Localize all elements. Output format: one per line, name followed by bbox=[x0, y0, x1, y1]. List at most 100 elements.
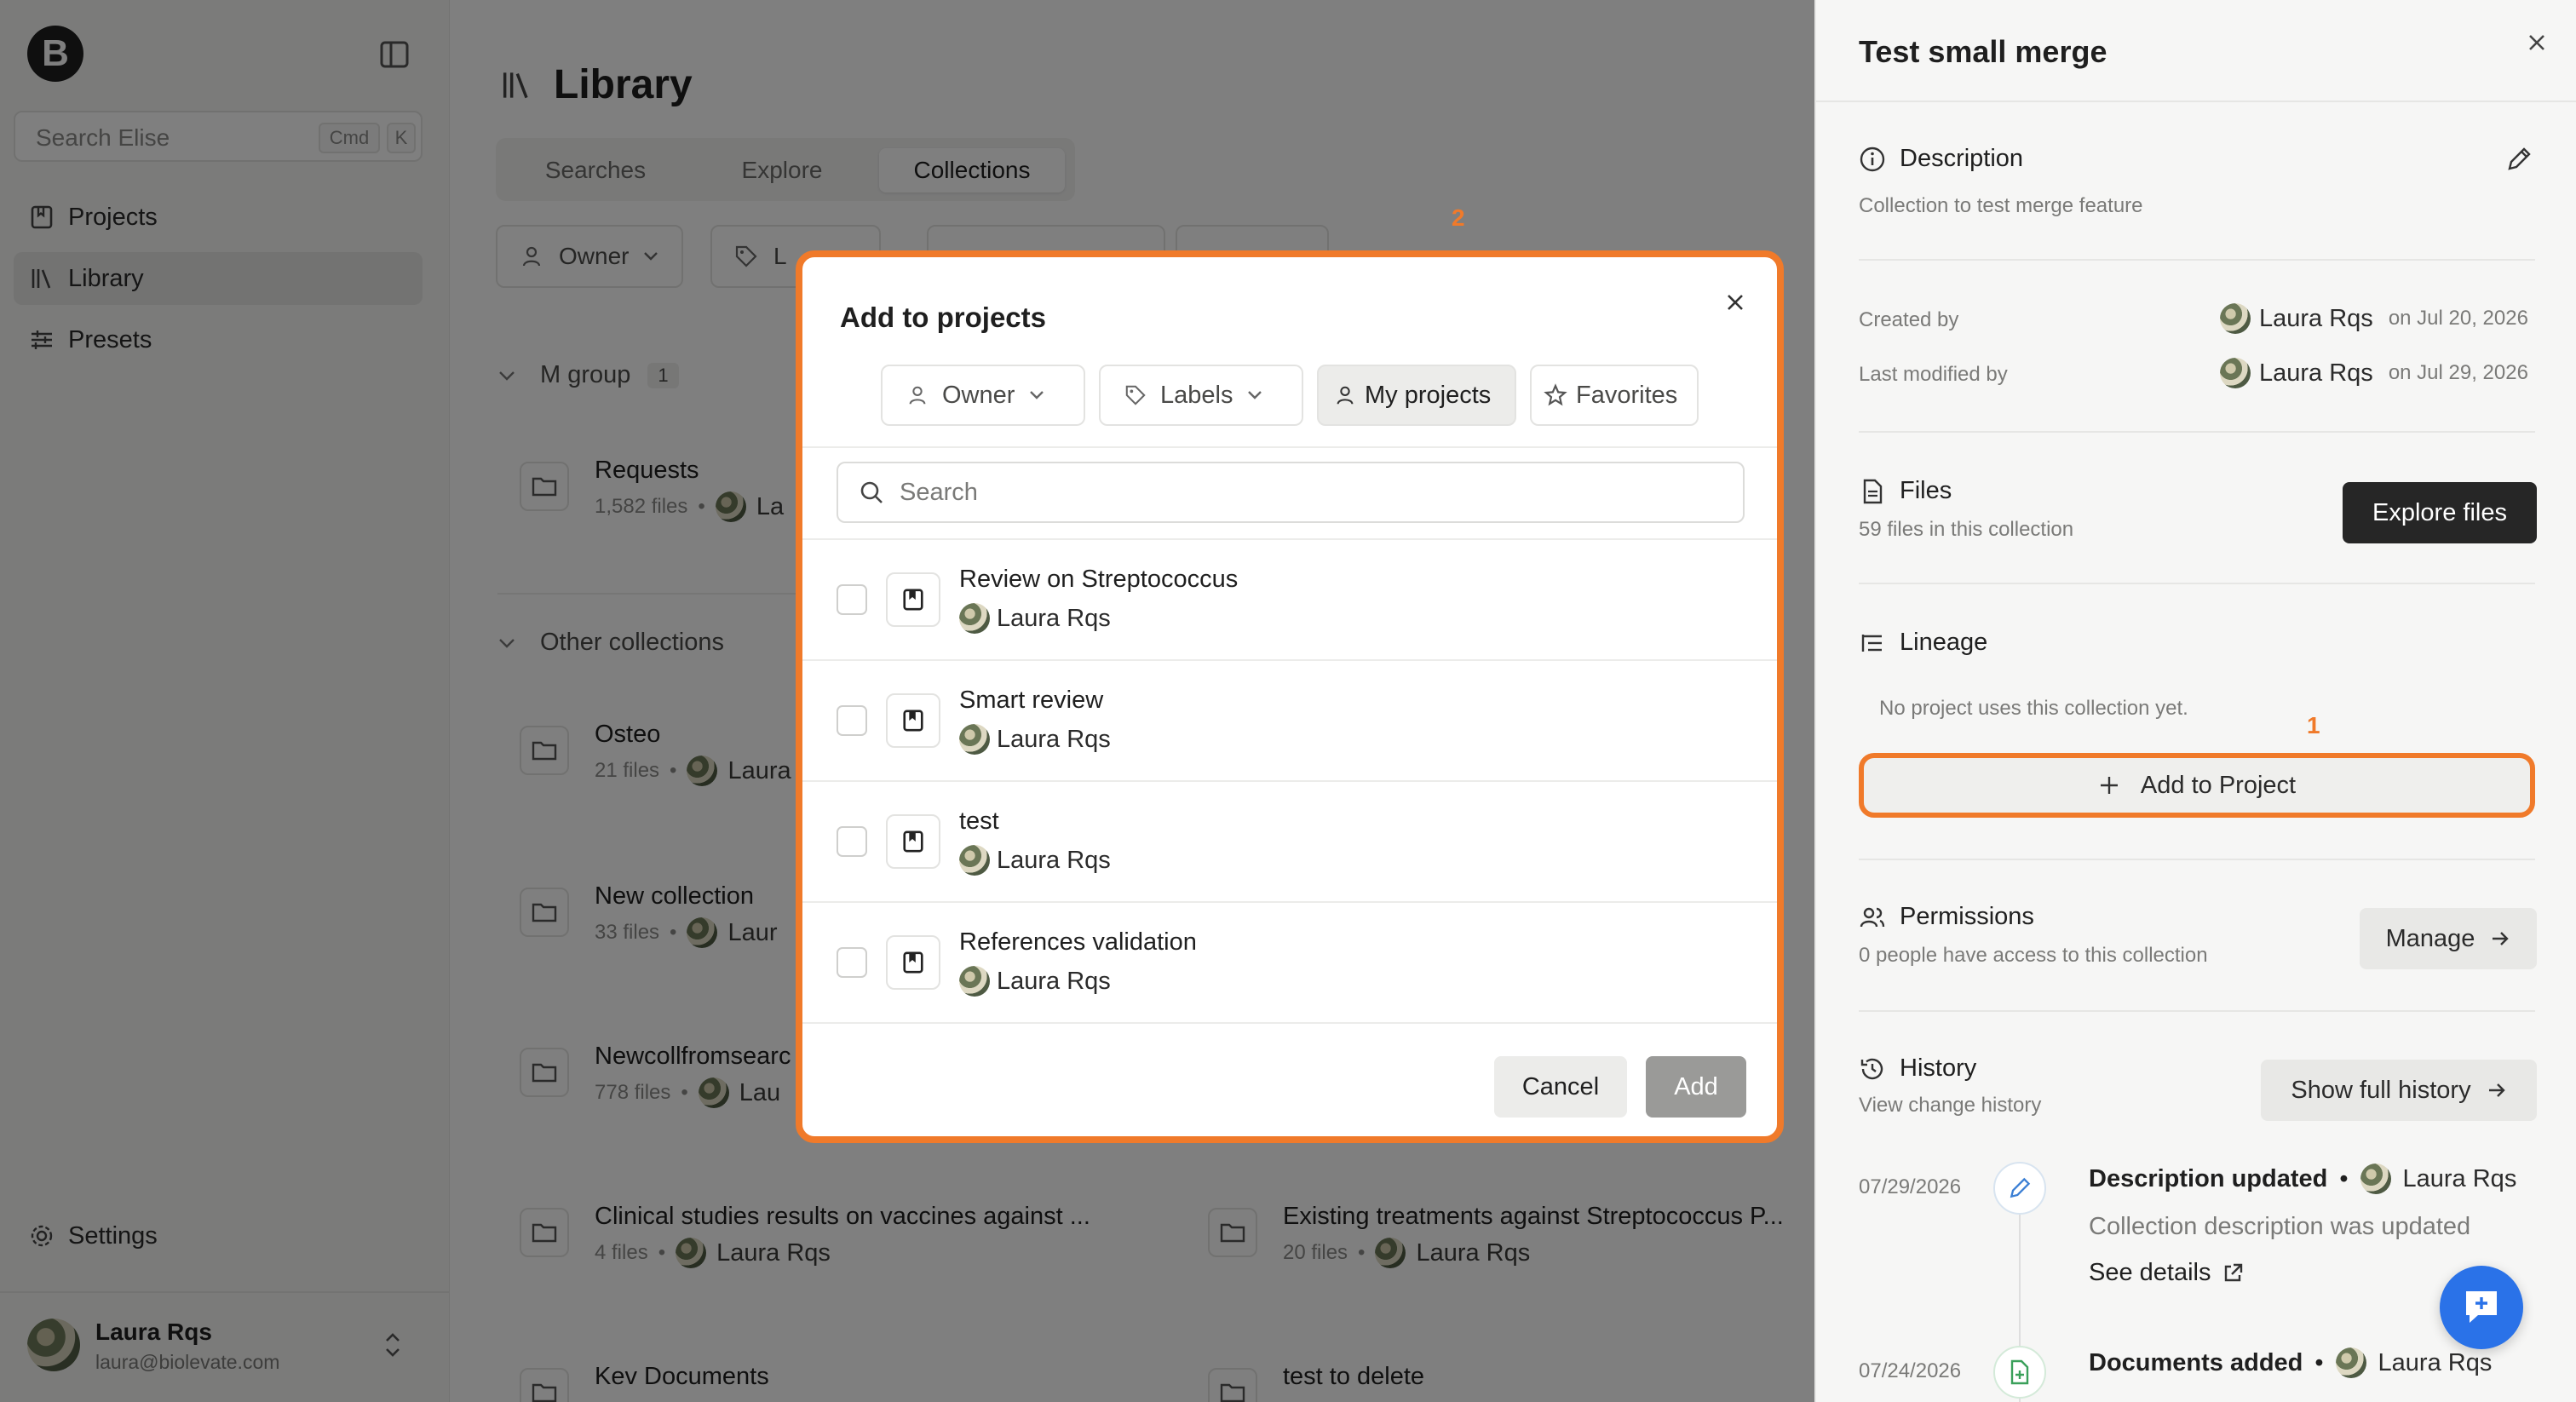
project-owner: Laura Rqs bbox=[959, 724, 1111, 755]
user-icon bbox=[909, 386, 926, 405]
info-icon bbox=[1859, 146, 1886, 173]
created-by-value: Laura Rqs on Jul 20, 2026 bbox=[2220, 303, 2528, 334]
step-marker-1: 1 bbox=[2307, 712, 2320, 738]
project-owner: Laura Rqs bbox=[959, 603, 1111, 634]
modified-by-label: Last modified by bbox=[1859, 363, 2008, 386]
pencil-icon bbox=[1993, 1162, 2046, 1215]
history-event: Description updated bbox=[2089, 1164, 2328, 1192]
star-icon bbox=[1544, 383, 1567, 406]
history-date: 07/29/2026 bbox=[1859, 1175, 1962, 1198]
bookmark-book-icon bbox=[886, 935, 940, 990]
add-button[interactable]: Add bbox=[1646, 1056, 1746, 1118]
history-desc: Collection description was updated bbox=[2089, 1213, 2471, 1240]
divider bbox=[1859, 1010, 2535, 1012]
plus-icon bbox=[2100, 777, 2118, 794]
close-icon[interactable] bbox=[1722, 290, 1748, 315]
labels-filter[interactable]: Labels bbox=[1099, 365, 1303, 426]
favorites-label: Favorites bbox=[1576, 381, 1678, 409]
modified-date: on Jul 29, 2026 bbox=[2388, 361, 2528, 384]
history-date: 07/24/2026 bbox=[1859, 1359, 1962, 1382]
modified-by-value: Laura Rqs on Jul 29, 2026 bbox=[2220, 358, 2528, 388]
project-checkbox[interactable] bbox=[837, 826, 867, 857]
manage-permissions-button[interactable]: Manage bbox=[2360, 908, 2537, 969]
history-sub: View change history bbox=[1859, 1094, 2042, 1117]
permissions-text: 0 people have access to this collection bbox=[1859, 944, 2208, 967]
created-by-user: Laura Rqs bbox=[2259, 304, 2373, 332]
files-title: Files bbox=[1900, 477, 1952, 504]
divider bbox=[1859, 259, 2535, 261]
project-name: test bbox=[959, 807, 999, 835]
see-details-label: See details bbox=[2089, 1259, 2211, 1286]
project-row[interactable]: test Laura Rqs bbox=[802, 782, 1777, 903]
owner-filter[interactable]: Owner bbox=[881, 365, 1085, 426]
avatar bbox=[2220, 303, 2251, 334]
step-marker-2: 2 bbox=[1452, 204, 1465, 231]
history-header: History bbox=[1859, 1054, 1976, 1083]
permissions-header: Permissions bbox=[1859, 903, 2034, 931]
user-icon bbox=[1337, 386, 1354, 405]
project-checkbox[interactable] bbox=[837, 947, 867, 978]
my-projects-filter[interactable]: My projects bbox=[1317, 365, 1516, 426]
project-row[interactable]: References validation Laura Rqs bbox=[802, 903, 1777, 1024]
add-to-project-button[interactable]: Add to Project bbox=[1859, 753, 2535, 818]
history-clock-icon bbox=[1859, 1055, 1886, 1083]
history-title: History bbox=[1900, 1054, 1977, 1082]
users-icon bbox=[1859, 904, 1886, 931]
owner-filter-label: Owner bbox=[942, 381, 1015, 409]
files-count: 59 files in this collection bbox=[1859, 518, 2074, 541]
see-details-link[interactable]: See details bbox=[2089, 1259, 2244, 1287]
labels-filter-label: Labels bbox=[1160, 381, 1233, 409]
description-title: Description bbox=[1900, 145, 2024, 172]
add-to-project-label: Add to Project bbox=[2140, 771, 2297, 799]
arrow-right-icon bbox=[2493, 932, 2510, 945]
files-header: Files bbox=[1859, 477, 1952, 505]
close-icon[interactable] bbox=[2523, 29, 2550, 56]
project-checkbox[interactable] bbox=[837, 584, 867, 615]
divider bbox=[1859, 859, 2535, 860]
search-icon bbox=[860, 481, 883, 503]
description-header: Description bbox=[1859, 145, 2023, 173]
divider bbox=[1859, 583, 2535, 584]
favorites-filter[interactable]: Favorites bbox=[1530, 365, 1699, 426]
avatar bbox=[959, 845, 990, 876]
cancel-button[interactable]: Cancel bbox=[1494, 1056, 1627, 1118]
lineage-header: Lineage bbox=[1859, 629, 1987, 657]
description-text: Collection to test merge feature bbox=[1859, 194, 2143, 217]
my-projects-label: My projects bbox=[1365, 381, 1492, 409]
history-owner: Laura Rqs bbox=[2402, 1164, 2517, 1192]
divider bbox=[802, 446, 1777, 448]
chevron-down-icon bbox=[1248, 391, 1262, 399]
lineage-title: Lineage bbox=[1900, 629, 1988, 656]
owner-name: Laura Rqs bbox=[997, 846, 1111, 874]
avatar bbox=[959, 603, 990, 634]
arrow-right-icon bbox=[2488, 1083, 2505, 1097]
project-checkbox[interactable] bbox=[837, 705, 867, 736]
project-name: References validation bbox=[959, 928, 1197, 956]
lineage-empty-text: No project uses this collection yet. bbox=[1879, 697, 2188, 720]
project-row[interactable]: Review on Streptococcus Laura Rqs bbox=[802, 540, 1777, 661]
project-search-input[interactable]: Search bbox=[837, 462, 1745, 523]
chat-fab-button[interactable] bbox=[2440, 1266, 2523, 1349]
external-link-icon bbox=[2224, 1263, 2242, 1281]
project-name: Smart review bbox=[959, 687, 1104, 714]
avatar bbox=[2335, 1347, 2366, 1378]
edit-pencil-icon[interactable] bbox=[2504, 145, 2533, 174]
history-entry-title: Description updated • Laura Rqs bbox=[2089, 1164, 2516, 1194]
explore-files-button[interactable]: Explore files bbox=[2343, 482, 2537, 543]
bookmark-book-icon bbox=[886, 693, 940, 748]
project-owner: Laura Rqs bbox=[959, 966, 1111, 997]
avatar bbox=[2360, 1164, 2391, 1194]
project-owner: Laura Rqs bbox=[959, 845, 1111, 876]
collection-details-panel: Test small merge Description Collection … bbox=[1814, 0, 2576, 1402]
modified-by-user: Laura Rqs bbox=[2259, 359, 2373, 387]
created-by-label: Created by bbox=[1859, 308, 1959, 331]
lineage-tree-icon bbox=[1859, 629, 1886, 657]
search-placeholder: Search bbox=[900, 478, 978, 506]
divider bbox=[1816, 101, 2576, 102]
divider bbox=[1859, 431, 2535, 433]
show-full-history-button[interactable]: Show full history bbox=[2261, 1060, 2537, 1121]
document-add-icon bbox=[1993, 1346, 2046, 1399]
bookmark-book-icon bbox=[886, 572, 940, 627]
project-row[interactable]: Smart review Laura Rqs bbox=[802, 661, 1777, 782]
panel-title: Test small merge bbox=[1859, 34, 2107, 69]
